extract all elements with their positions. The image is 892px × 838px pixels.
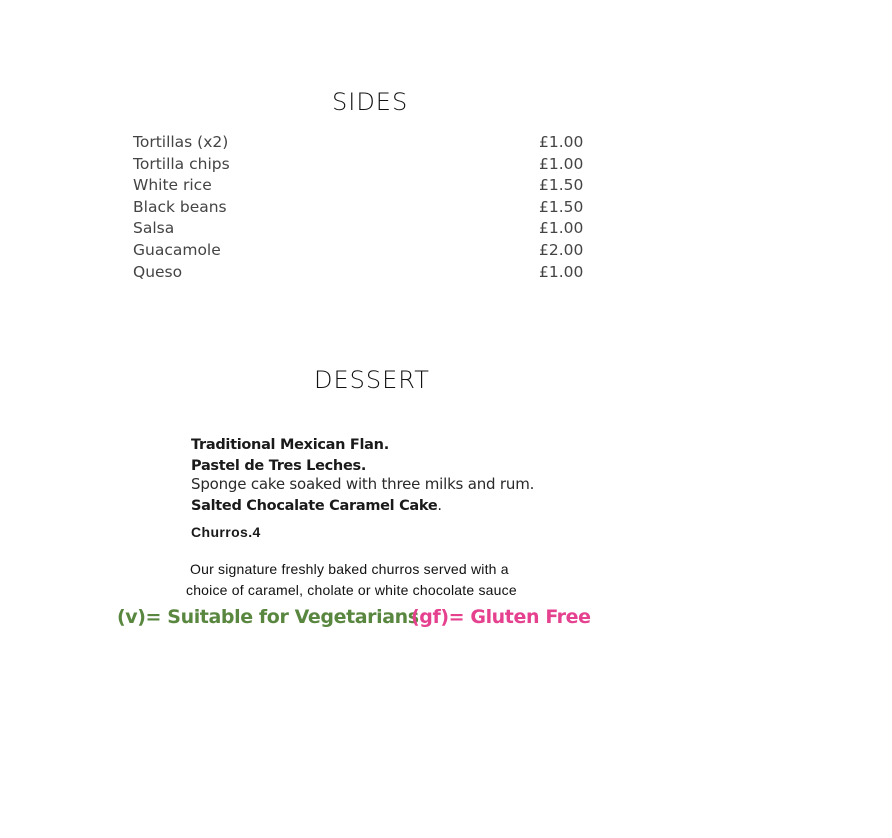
sides-list: Tortillas (x2) £1.00 Tortilla chips £1.0… — [133, 132, 583, 283]
list-item: Guacamole £2.00 — [133, 240, 583, 262]
side-item-price: £1.50 — [539, 176, 584, 195]
dessert-item-flan: Traditional Mexican Flan. — [191, 437, 389, 453]
side-item-price: £1.00 — [539, 219, 584, 238]
dessert-description-churros-line-1: Our signature freshly baked churros serv… — [190, 561, 509, 577]
side-item-name: Guacamole — [133, 240, 221, 259]
list-item: White rice £1.50 — [133, 175, 583, 197]
list-item: Black beans £1.50 — [133, 197, 583, 219]
dessert-item-caramel-cake-label: Salted Chocalate Caramel Cake — [191, 498, 438, 514]
dessert-item-tres-leches: Pastel de Tres Leches. — [191, 458, 367, 474]
legend-gluten-free: (gf)= Gluten Free — [411, 606, 591, 628]
sides-heading: SIDES — [332, 88, 409, 116]
list-item: Tortilla chips £1.00 — [133, 154, 583, 176]
side-item-name: Black beans — [133, 197, 227, 216]
list-item: Salsa £1.00 — [133, 218, 583, 240]
legend-vegetarian: (v)= Suitable for Vegetarians — [117, 606, 419, 628]
dessert-heading: DESSERT — [314, 366, 430, 394]
list-item: Tortillas (x2) £1.00 — [133, 132, 583, 154]
side-item-name: Tortillas (x2) — [133, 133, 229, 151]
side-item-name: Tortilla chips — [133, 154, 230, 173]
dessert-description-tres-leches: Sponge cake soaked with three milks and … — [191, 475, 535, 493]
side-item-price: £1.50 — [539, 197, 584, 216]
side-item-price: £1.00 — [539, 262, 584, 281]
side-item-name: White rice — [133, 176, 212, 195]
dessert-item-caramel-cake: Salted Chocalate Caramel Cake. — [191, 498, 442, 514]
side-item-price: £1.00 — [539, 133, 584, 151]
dessert-item-caramel-cake-period: . — [437, 498, 442, 514]
dessert-description-churros-line-2: choice of caramel, cholate or white choc… — [186, 582, 517, 598]
list-item: Queso £1.00 — [133, 262, 583, 284]
dessert-item-churros: Churros.4 — [191, 524, 261, 540]
side-item-name: Queso — [133, 262, 183, 281]
side-item-price: £1.00 — [539, 154, 584, 173]
side-item-price: £2.00 — [539, 240, 584, 259]
side-item-name: Salsa — [133, 219, 175, 238]
